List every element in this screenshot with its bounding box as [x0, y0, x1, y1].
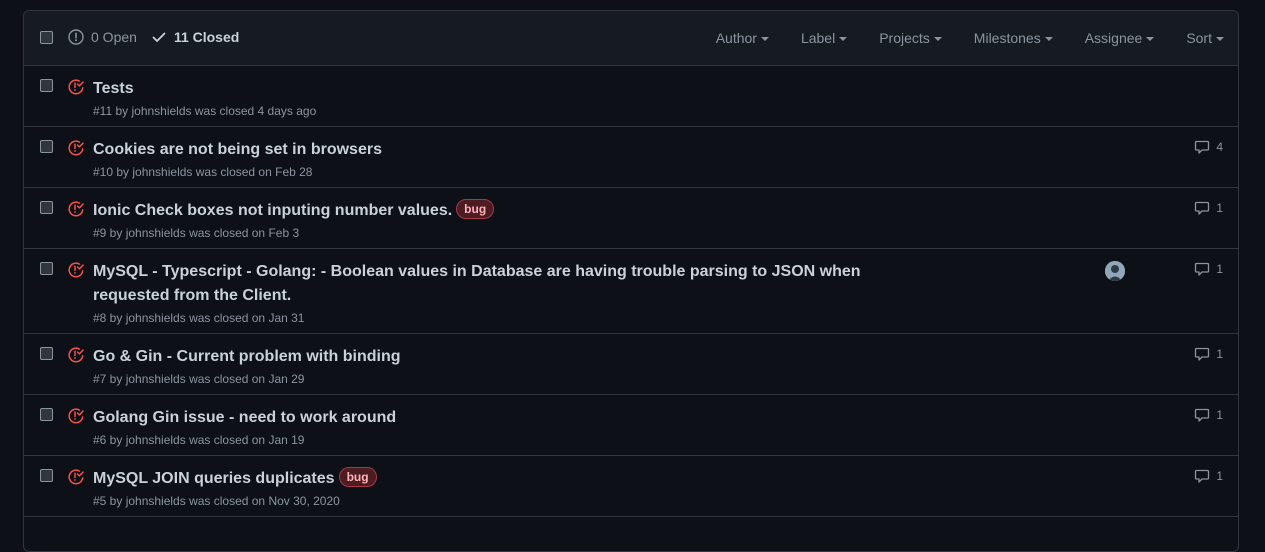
caret-down-icon	[1044, 37, 1053, 41]
closed-issues-label: 11 Closed	[173, 29, 240, 45]
issue-meta: #11 by johnshields was closed 4 days ago	[93, 104, 317, 118]
issue-title-link[interactable]: Tests	[93, 80, 134, 97]
author-filter[interactable]: Author	[716, 30, 769, 46]
issue-row: Go & Gin - Current problem with binding …	[24, 334, 1238, 395]
milestones-filter[interactable]: Milestones	[974, 30, 1053, 46]
issue-main: Cookies are not being set in browsers #1…	[93, 127, 913, 187]
issue-title-link[interactable]: MySQL - Typescript - Golang: - Boolean v…	[93, 263, 861, 304]
comment-count: 4	[1216, 140, 1223, 154]
caret-down-icon	[1216, 37, 1224, 41]
issue-meta: #8 by johnshields was closed on Jan 31	[93, 311, 305, 325]
issue-main: Ionic Check boxes not inputing number va…	[93, 188, 913, 248]
issue-main: MySQL - Typescript - Golang: - Boolean v…	[93, 249, 913, 333]
open-issues-label: 0 Open	[91, 29, 137, 45]
issue-title-link[interactable]: Golang Gin issue - need to work around	[93, 409, 396, 426]
comments-link[interactable]: 1	[1194, 261, 1223, 277]
comments-link[interactable]: 1	[1194, 346, 1223, 362]
issue-checkbox[interactable]	[40, 262, 53, 275]
milestones-filter-label: Milestones	[973, 30, 1041, 46]
issue-closed-icon	[68, 140, 84, 156]
issue-closed-icon	[68, 201, 84, 217]
comment-icon	[1195, 469, 1210, 483]
issue-meta: #6 by johnshields was closed on Jan 19	[93, 433, 305, 447]
issue-checkbox[interactable]	[40, 347, 53, 360]
issue-state-toggle: 0 Open 11 Closed	[68, 29, 239, 45]
closed-issues-link[interactable]: 11 Closed	[151, 29, 239, 45]
bug-label[interactable]: bug	[338, 467, 377, 487]
issue-title-link[interactable]: Go & Gin - Current problem with binding	[93, 348, 401, 365]
check-icon	[152, 32, 166, 42]
comments-link[interactable]: 1	[1194, 468, 1223, 484]
issue-title-link[interactable]: Cookies are not being set in browsers	[93, 141, 382, 158]
issues-list-header: 0 Open 11 Closed Author Label Projects M…	[24, 11, 1238, 66]
caret-down-icon	[760, 37, 769, 41]
issue-checkbox[interactable]	[40, 140, 53, 153]
issue-row: MySQL - Typescript - Golang: - Boolean v…	[24, 249, 1238, 334]
comment-icon	[1195, 347, 1210, 361]
projects-filter-label: Projects	[879, 30, 930, 46]
comment-icon	[1195, 408, 1210, 422]
issue-closed-icon	[68, 469, 84, 485]
issue-checkbox[interactable]	[40, 79, 53, 92]
select-all-checkbox[interactable]	[40, 31, 53, 44]
issue-row: MySQL JOIN queries duplicates bug #5 by j…	[24, 456, 1238, 517]
issue-closed-icon	[68, 262, 84, 278]
issue-meta: #10 by johnshields was closed on Feb 28	[93, 165, 313, 179]
comment-count: 1	[1216, 201, 1223, 215]
projects-filter[interactable]: Projects	[879, 30, 942, 46]
assignee-filter-label: Assignee	[1084, 30, 1143, 46]
caret-down-icon	[933, 37, 942, 41]
caret-down-icon	[839, 37, 848, 41]
issue-main: Tests #11 by johnshields was closed 4 da…	[93, 66, 913, 126]
assignee-avatar[interactable]	[1105, 261, 1125, 281]
issue-meta: #9 by johnshields was closed on Feb 3	[93, 226, 300, 240]
comment-icon	[1195, 140, 1210, 154]
issue-meta: #5 by johnshields was closed on Nov 30, …	[93, 494, 340, 508]
issue-closed-icon	[68, 408, 84, 424]
issue-title-link[interactable]: MySQL JOIN queries duplicates	[93, 470, 335, 487]
issue-main: Go & Gin - Current problem with binding …	[93, 334, 913, 394]
issue-checkbox[interactable]	[40, 408, 53, 421]
assignee-filter[interactable]: Assignee	[1085, 30, 1155, 46]
issue-row: Cookies are not being set in browsers #1…	[24, 127, 1238, 188]
issues-list-box: 0 Open 11 Closed Author Label Projects M…	[23, 10, 1239, 552]
bug-label[interactable]: bug	[456, 199, 495, 219]
issue-title-link[interactable]: Ionic Check boxes not inputing number va…	[93, 202, 452, 219]
issue-opened-icon	[68, 29, 84, 45]
issue-row: Golang Gin issue - need to work around #…	[24, 395, 1238, 456]
issue-checkbox[interactable]	[40, 201, 53, 214]
sort-filter[interactable]: Sort	[1186, 30, 1224, 46]
sort-filter-label: Sort	[1186, 30, 1212, 46]
issue-row: Tests #11 by johnshields was closed 4 da…	[24, 66, 1238, 127]
issue-main: MySQL JOIN queries duplicates bug #5 by j…	[93, 456, 913, 516]
comment-count: 1	[1216, 347, 1223, 361]
comments-link[interactable]: 4	[1194, 139, 1223, 155]
label-filter[interactable]: Label	[800, 30, 848, 46]
comment-count: 1	[1216, 262, 1223, 276]
issue-closed-icon	[68, 79, 84, 95]
issue-checkbox[interactable]	[40, 469, 53, 482]
comment-icon	[1195, 262, 1210, 276]
comment-count: 1	[1216, 469, 1223, 483]
issue-row: Ionic Check boxes not inputing number va…	[24, 188, 1238, 249]
issue-meta: #7 by johnshields was closed on Jan 29	[93, 372, 305, 386]
avatar-image	[1105, 261, 1125, 281]
issue-main: Golang Gin issue - need to work around #…	[93, 395, 913, 455]
comments-link[interactable]: 1	[1194, 200, 1223, 216]
caret-down-icon	[1146, 37, 1155, 41]
comments-link[interactable]: 1	[1194, 407, 1223, 423]
issue-rows: Tests #11 by johnshields was closed 4 da…	[24, 66, 1238, 517]
label-filter-label: Label	[800, 30, 836, 46]
author-filter-label: Author	[715, 30, 757, 46]
open-issues-link[interactable]: 0 Open	[68, 29, 137, 45]
issue-closed-icon	[68, 347, 84, 363]
comment-icon	[1195, 201, 1210, 215]
comment-count: 1	[1216, 408, 1223, 422]
filter-bar: Author Label Projects Milestones Assigne…	[684, 30, 1224, 46]
